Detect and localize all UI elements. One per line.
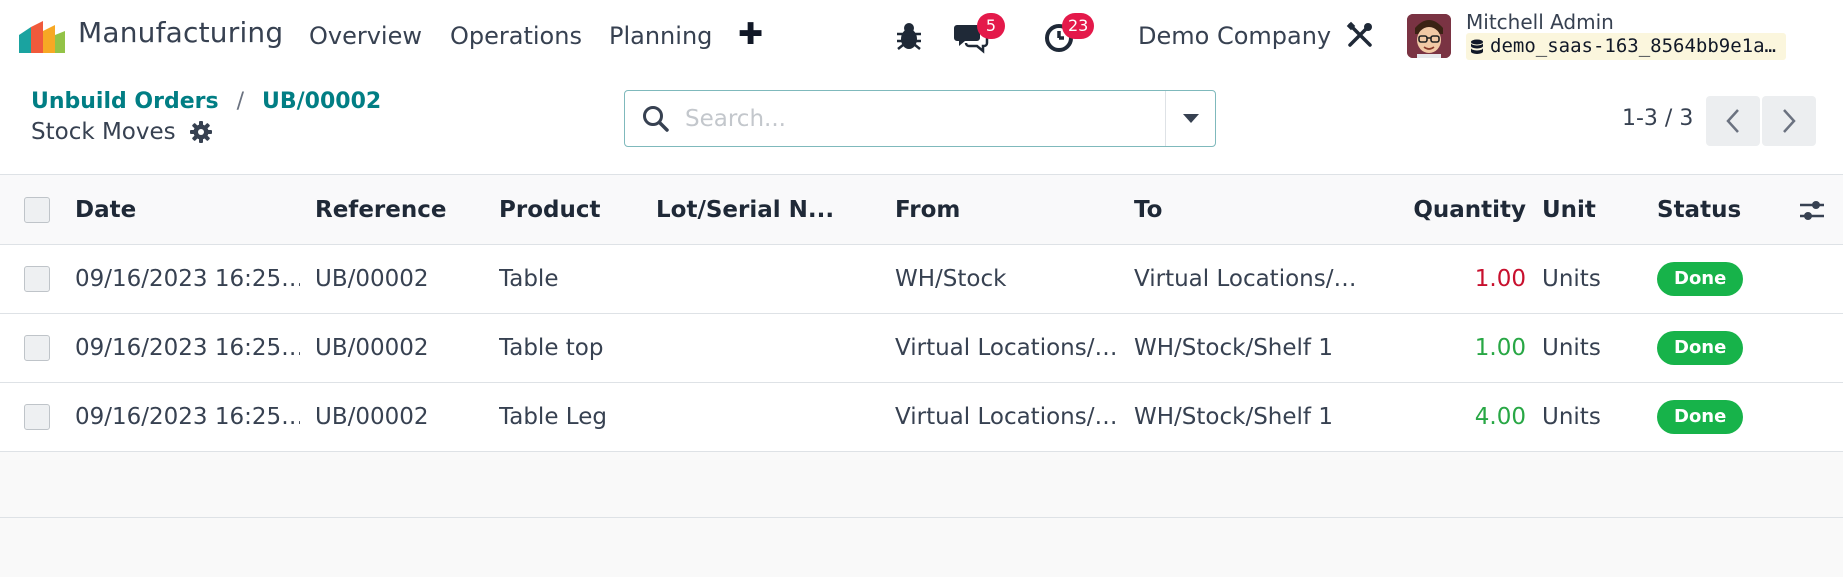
- cell-date: 09/16/2023 16:25…: [75, 266, 300, 292]
- search-box: [624, 90, 1216, 147]
- cell-product: Table Leg: [499, 404, 607, 430]
- cell-product: Table: [499, 266, 559, 292]
- bug-icon[interactable]: [891, 18, 927, 54]
- column-header-status[interactable]: Status: [1657, 175, 1777, 244]
- row-checkbox[interactable]: [24, 404, 50, 430]
- activities-badge: 23: [1062, 13, 1095, 39]
- column-header-date[interactable]: Date: [75, 175, 295, 244]
- cell-from: WH/Stock: [895, 266, 1007, 292]
- breadcrumb-separator: /: [236, 89, 245, 114]
- cell-lot: [656, 314, 876, 382]
- cell-from: Virtual Locations/…: [895, 335, 1118, 361]
- search-options-toggle[interactable]: [1165, 91, 1216, 146]
- column-header-quantity[interactable]: Quantity: [1400, 175, 1526, 244]
- table-row[interactable]: 09/16/2023 16:25… UB/00002 Table top Vir…: [0, 314, 1843, 383]
- column-header-lot[interactable]: Lot/Serial N...: [656, 175, 876, 244]
- cell-date: 09/16/2023 16:25…: [75, 404, 300, 430]
- gear-icon[interactable]: [189, 121, 212, 143]
- cell-reference: UB/00002: [315, 266, 429, 292]
- caret-down-icon: [1183, 113, 1199, 123]
- app-name[interactable]: Manufacturing: [78, 16, 283, 49]
- table-row[interactable]: 09/16/2023 16:25… UB/00002 Table Leg Vir…: [0, 383, 1843, 452]
- company-switcher[interactable]: Demo Company: [1138, 22, 1331, 50]
- cell-date: 09/16/2023 16:25…: [75, 335, 300, 361]
- status-badge: Done: [1657, 331, 1744, 365]
- cell-reference: UB/00002: [315, 404, 429, 430]
- breadcrumb-record[interactable]: UB/00002: [262, 89, 381, 114]
- status-badge: Done: [1657, 400, 1744, 434]
- cell-unit: Units: [1542, 335, 1601, 361]
- database-icon: [1471, 39, 1483, 54]
- cell-reference: UB/00002: [315, 335, 429, 361]
- cell-from: Virtual Locations/…: [895, 404, 1118, 430]
- database-chip: demo_saas-163_8564bb9e1a…: [1466, 33, 1786, 60]
- cell-product: Table top: [499, 335, 604, 361]
- row-checkbox[interactable]: [24, 335, 50, 361]
- manufacturing-logo-icon[interactable]: [19, 21, 65, 53]
- messages-badge: 5: [977, 13, 1005, 39]
- optional-columns-icon[interactable]: [1798, 197, 1826, 225]
- pager-previous-button[interactable]: [1706, 96, 1760, 146]
- table-row[interactable]: 09/16/2023 16:25… UB/00002 Table WH/Stoc…: [0, 245, 1843, 314]
- menu-item-operations[interactable]: Operations: [450, 22, 582, 50]
- cell-to: WH/Stock/Shelf 1: [1134, 335, 1333, 361]
- breadcrumb-unbuild-orders[interactable]: Unbuild Orders: [31, 89, 219, 114]
- menu-item-planning[interactable]: Planning: [609, 22, 712, 50]
- cell-status: Done: [1657, 314, 1777, 382]
- user-name[interactable]: Mitchell Admin: [1466, 10, 1614, 34]
- cell-quantity: 1.00: [1474, 335, 1526, 361]
- cell-unit: Units: [1542, 404, 1601, 430]
- database-name: demo_saas-163_8564bb9e1a…: [1490, 35, 1776, 57]
- chevron-left-icon: [1726, 109, 1739, 133]
- pager-value[interactable]: 1-3 / 3: [1622, 106, 1693, 131]
- breadcrumb: Unbuild Orders / UB/00002: [31, 89, 381, 114]
- avatar-face-icon: [1407, 14, 1451, 58]
- search-input[interactable]: [685, 103, 1185, 135]
- cell-quantity: 4.00: [1474, 404, 1526, 430]
- page-title-wrap: Stock Moves: [31, 119, 212, 145]
- tools-icon[interactable]: [1346, 21, 1374, 49]
- stock-moves-list: Date Reference Product Lot/Serial N... F…: [0, 175, 1843, 452]
- pager-next-button[interactable]: [1762, 96, 1816, 146]
- menu-item-overview[interactable]: Overview: [309, 22, 422, 50]
- cell-quantity: 1.00: [1474, 266, 1526, 292]
- top-navbar: Manufacturing Overview Operations Planni…: [0, 0, 1843, 72]
- page-title: Stock Moves: [31, 119, 176, 145]
- cell-lot: [656, 383, 876, 451]
- cell-lot: [656, 245, 876, 313]
- row-checkbox[interactable]: [24, 266, 50, 292]
- column-header-unit[interactable]: Unit: [1542, 175, 1662, 244]
- column-header-product[interactable]: Product: [499, 175, 649, 244]
- chevron-right-icon: [1783, 109, 1796, 133]
- cell-to: Virtual Locations/…: [1134, 266, 1357, 292]
- cell-to: WH/Stock/Shelf 1: [1134, 404, 1333, 430]
- cell-status: Done: [1657, 245, 1777, 313]
- search-icon: [643, 106, 669, 132]
- column-header-reference[interactable]: Reference: [315, 175, 485, 244]
- select-all-checkbox[interactable]: [24, 196, 50, 223]
- table-header: Date Reference Product Lot/Serial N... F…: [0, 175, 1843, 245]
- avatar[interactable]: [1407, 14, 1451, 58]
- list-empty-area: [0, 451, 1843, 518]
- cell-unit: Units: [1542, 266, 1601, 292]
- column-header-to[interactable]: To: [1134, 175, 1354, 244]
- column-header-from[interactable]: From: [895, 175, 1115, 244]
- plus-icon[interactable]: ✚: [738, 20, 763, 50]
- cell-status: Done: [1657, 383, 1777, 451]
- status-badge: Done: [1657, 262, 1744, 296]
- control-panel: Unbuild Orders / UB/00002 Stock Moves Se…: [0, 72, 1843, 175]
